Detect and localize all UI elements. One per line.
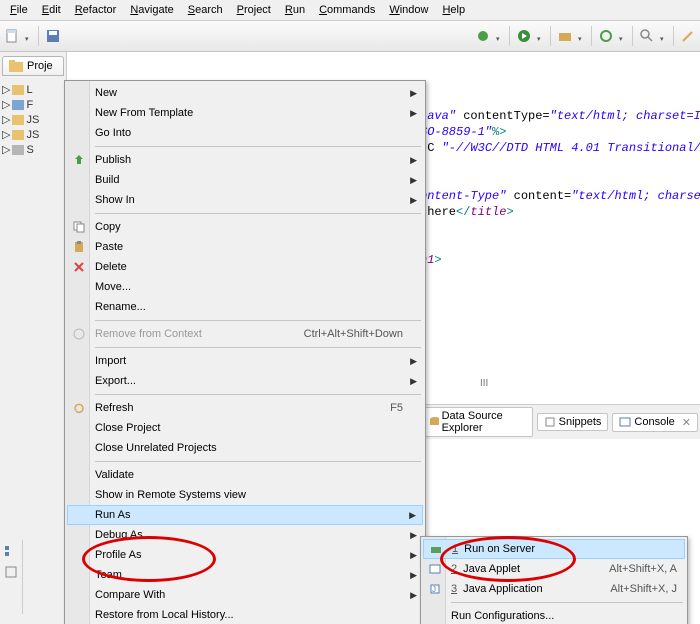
cm-close-unrelated[interactable]: Close Unrelated Projects [67,438,423,458]
menu-search[interactable]: Search [182,2,229,18]
cm-move[interactable]: Move... [67,277,423,297]
separator [632,26,633,46]
cm-close-project[interactable]: Close Project [67,418,423,438]
separator [38,26,39,46]
svg-text:J: J [432,585,436,594]
tab-snippets[interactable]: Snippets [537,413,609,431]
project-tab-label: Proje [27,60,53,72]
java-app-icon: J [427,581,443,597]
console-icon [619,416,631,428]
menu-run[interactable]: Run [279,2,311,18]
server-icon [428,541,444,557]
java-application[interactable]: J3Java ApplicationAlt+Shift+X, J [423,579,685,599]
trim-stack [0,540,23,614]
cm-publish[interactable]: Publish▶ [67,150,423,170]
cm-team[interactable]: Team▶ [67,565,423,585]
database-icon [429,416,439,428]
cm-go-into[interactable]: Go Into [67,123,423,143]
tab-console[interactable]: Console✕ [612,413,698,432]
tree-item[interactable]: ▷JS [2,112,64,127]
cm-compare-with[interactable]: Compare With▶ [67,585,423,605]
dropdown-icon[interactable] [619,34,626,39]
cm-paste[interactable]: Paste [67,237,423,257]
applet-icon [427,561,443,577]
delete-icon [71,259,87,275]
menubar: File Edit Refactor Navigate Search Proje… [0,0,700,21]
search-icon[interactable] [639,28,655,44]
bottom-tabs: Data Source Explorer Snippets Console✕ [420,404,700,439]
cm-restore-history[interactable]: Restore from Local History... [67,605,423,624]
separator [509,26,510,46]
save-icon[interactable] [45,28,61,44]
cm-remove-context[interactable]: Remove from ContextCtrl+Alt+Shift+Down [67,324,423,344]
cm-export[interactable]: Export...▶ [67,371,423,391]
menu-project[interactable]: Project [231,2,277,18]
sync-icon[interactable] [598,28,614,44]
dropdown-icon[interactable] [578,34,585,39]
snippets-icon [544,416,556,428]
code-editor[interactable]: java" contentType="text/html; charset=IS… [420,108,700,268]
menu-navigate[interactable]: Navigate [124,2,179,18]
tree-item[interactable]: ▷L [2,82,64,97]
cm-show-remote[interactable]: Show in Remote Systems view [67,485,423,505]
cm-debug-as[interactable]: Debug As▶ [67,525,423,545]
run-icon[interactable] [516,28,532,44]
tree-item[interactable]: ▷JS [2,127,64,142]
project-explorer-tab[interactable]: Proje [2,56,64,76]
toolbar [0,21,700,52]
menu-refactor[interactable]: Refactor [69,2,123,18]
dropdown-icon[interactable] [25,34,32,39]
outline-icon[interactable] [3,544,19,560]
dropdown-icon[interactable] [537,34,544,39]
tab-data-source-explorer[interactable]: Data Source Explorer [422,407,533,437]
copy-icon [71,219,87,235]
close-icon[interactable]: ✕ [682,416,691,429]
menu-window[interactable]: Window [383,2,434,18]
refresh-icon [71,400,87,416]
main-area: Proje ▷L ▷F ▷JS ▷JS ▷S New▶ New From Tem… [0,52,700,624]
tree-item[interactable]: ▷F [2,97,64,112]
cm-new-from-template[interactable]: New From Template▶ [67,103,423,123]
paste-icon [71,239,87,255]
restore-icon[interactable] [3,564,19,580]
java-applet[interactable]: 2Java AppletAlt+Shift+X, A [423,559,685,579]
remove-context-icon [71,326,87,342]
project-tree[interactable]: ▷L ▷F ▷JS ▷JS ▷S [0,76,66,163]
cm-refresh[interactable]: RefreshF5 [67,398,423,418]
new-icon[interactable] [4,28,20,44]
cm-run-as[interactable]: Run As▶ [67,505,423,525]
publish-icon [71,152,87,168]
context-menu: New▶ New From Template▶ Go Into Publish▶… [64,80,426,624]
package-icon[interactable] [557,28,573,44]
debug-icon[interactable] [475,28,491,44]
menu-edit[interactable]: Edit [36,2,67,18]
menu-commands[interactable]: Commands [313,2,381,18]
menu-help[interactable]: Help [436,2,471,18]
cm-copy[interactable]: Copy [67,217,423,237]
run-on-server[interactable]: 1Run on Server [423,539,685,559]
cm-profile-as[interactable]: Profile As▶ [67,545,423,565]
cm-show-in[interactable]: Show In▶ [67,190,423,210]
tree-item[interactable]: ▷S [2,142,64,157]
left-panel: Proje ▷L ▷F ▷JS ▷JS ▷S [0,52,67,624]
menu-file[interactable]: File [4,2,34,18]
dropdown-icon[interactable] [496,34,503,39]
run-configurations[interactable]: Run Configurations... [423,606,685,624]
cm-delete[interactable]: Delete [67,257,423,277]
cm-build[interactable]: Build▶ [67,170,423,190]
separator [591,26,592,46]
dropdown-icon[interactable] [660,34,667,39]
scroll-thumb[interactable]: III [480,378,488,389]
cm-rename[interactable]: Rename... [67,297,423,317]
folder-icon [9,60,23,72]
cm-import[interactable]: Import▶ [67,351,423,371]
run-as-submenu: 1Run on Server 2Java AppletAlt+Shift+X, … [420,536,688,624]
cm-new[interactable]: New▶ [67,83,423,103]
separator [673,26,674,46]
wand-icon[interactable] [680,28,696,44]
separator [550,26,551,46]
cm-validate[interactable]: Validate [67,465,423,485]
